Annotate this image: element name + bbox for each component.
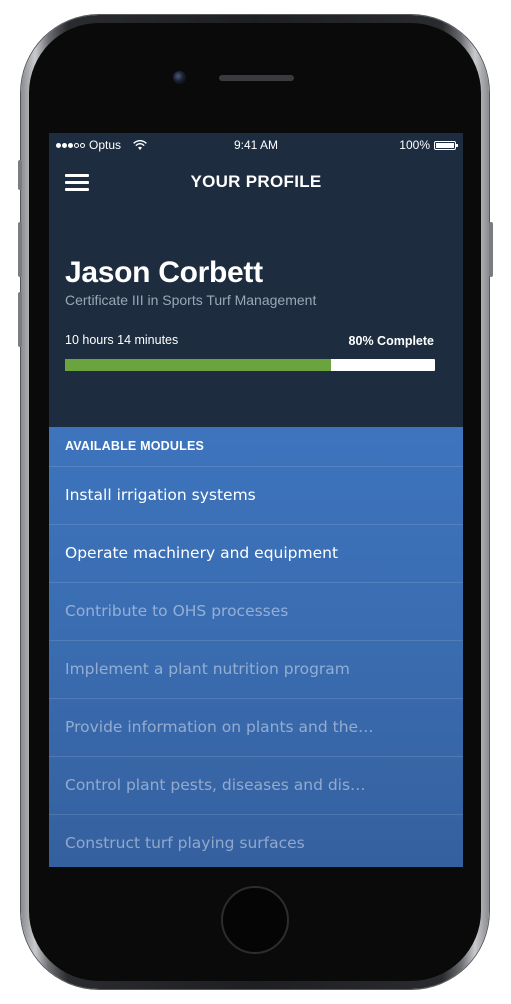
modules-list: AVAILABLE MODULES Install irrigation sys… bbox=[49, 427, 463, 867]
front-camera bbox=[173, 71, 186, 84]
module-item[interactable]: Operate machinery and equipment bbox=[49, 525, 463, 583]
module-item[interactable]: Contribute to OHS processes bbox=[49, 583, 463, 641]
module-item[interactable]: Implement a plant nutrition program bbox=[49, 641, 463, 699]
module-item[interactable]: Construct turf playing surfaces bbox=[49, 815, 463, 867]
profile-course: Certificate III in Sports Turf Managemen… bbox=[65, 292, 317, 308]
time-spent: 10 hours 14 minutes bbox=[65, 333, 179, 347]
nav-bar: YOUR PROFILE bbox=[49, 161, 463, 201]
power-button bbox=[489, 222, 493, 277]
modules-header: AVAILABLE MODULES bbox=[49, 427, 463, 467]
page-title: YOUR PROFILE bbox=[190, 172, 322, 191]
progress-fill bbox=[65, 359, 332, 371]
battery-percent: 100% bbox=[399, 138, 430, 152]
volume-up-button bbox=[18, 222, 22, 277]
progress-bar bbox=[65, 359, 435, 371]
module-item[interactable]: Provide information on plants and the… bbox=[49, 699, 463, 757]
app-screen: Optus 9:41 AM 100% YOUR PROFILE Jason Co… bbox=[49, 133, 463, 867]
battery-group: 100% bbox=[399, 138, 458, 152]
completion-label: 80% Complete bbox=[348, 334, 434, 348]
status-bar: Optus 9:41 AM 100% bbox=[49, 133, 463, 157]
module-item[interactable]: Control plant pests, diseases and dis… bbox=[49, 757, 463, 815]
home-button[interactable] bbox=[221, 886, 289, 954]
battery-icon bbox=[434, 140, 458, 150]
mute-switch bbox=[18, 160, 22, 190]
volume-down-button bbox=[18, 292, 22, 347]
profile-name: Jason Corbett bbox=[65, 256, 263, 289]
earpiece-speaker bbox=[219, 75, 294, 81]
module-item[interactable]: Install irrigation systems bbox=[49, 467, 463, 525]
